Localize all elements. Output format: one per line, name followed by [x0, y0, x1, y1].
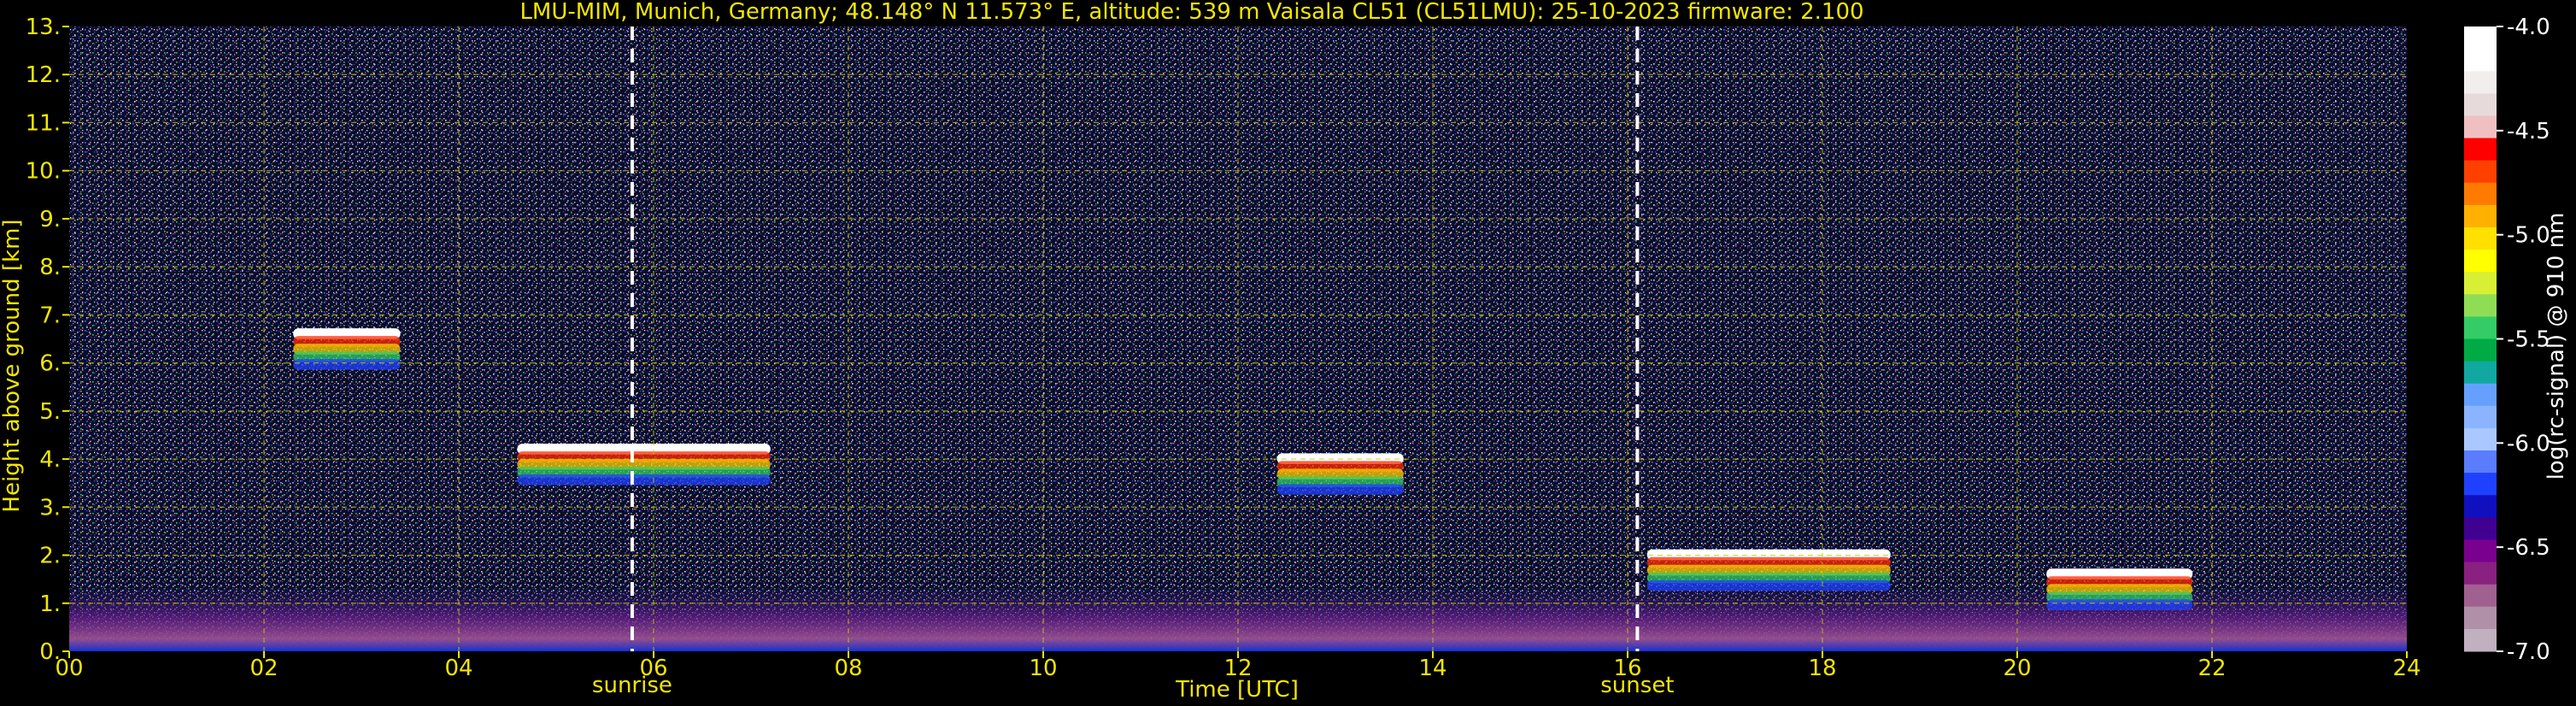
y-tick-label: 13. — [26, 15, 61, 40]
x-tick-label: 18 — [1808, 656, 1836, 681]
colorbar-swatch — [2464, 539, 2497, 563]
colorbar-swatch — [2464, 361, 2497, 385]
colorbar-swatch — [2464, 93, 2497, 116]
event-label-sunset: sunset — [1600, 673, 1674, 698]
y-axis-label: Height above ground [km] — [0, 219, 25, 512]
colorbar-swatch — [2464, 495, 2497, 518]
cloud-feature — [2046, 568, 2193, 610]
y-tick-label: 6. — [39, 351, 61, 377]
y-tick-label: 1. — [39, 591, 61, 617]
colorbar-label: log(rc-signal) @ 910 nm — [2544, 213, 2569, 480]
x-tick-label: 14 — [1418, 656, 1446, 681]
colorbar-swatch — [2464, 204, 2497, 228]
colorbar-swatch — [2464, 606, 2497, 630]
colorbar-swatch — [2464, 562, 2497, 585]
colorbar-swatch — [2464, 473, 2497, 496]
colorbar-swatch — [2464, 227, 2497, 250]
x-tick-label: 12 — [1223, 656, 1252, 681]
x-tick-label: 10 — [1029, 656, 1057, 681]
colorbar-swatch — [2464, 517, 2497, 540]
y-tick-label: 8. — [39, 255, 61, 280]
y-tick-label: 3. — [39, 495, 61, 521]
colorbar-swatch — [2464, 294, 2497, 317]
colorbar-swatch — [2464, 405, 2497, 429]
colorbar-tick-label: -7.0 — [2507, 639, 2550, 665]
x-tick-label: 20 — [2003, 656, 2031, 681]
colorbar-swatch — [2464, 584, 2497, 608]
colorbar-tick-label: -6.5 — [2507, 535, 2550, 561]
colorbar-swatch — [2464, 115, 2497, 139]
event-label-sunrise: sunrise — [592, 673, 672, 698]
colorbar-tick-label: -4.5 — [2507, 119, 2550, 144]
colorbar-swatch — [2464, 272, 2497, 295]
colorbar-swatch — [2464, 628, 2497, 652]
colorbar-swatch — [2464, 49, 2497, 72]
y-tick-label: 7. — [39, 303, 61, 328]
y-tick-label: 11. — [26, 110, 61, 136]
y-tick-label: 5. — [39, 399, 61, 425]
y-tick-label: 9. — [39, 207, 61, 232]
colorbar: -4.0-4.5-5.0-5.5-6.0-6.5-7.0 log(rc-sign… — [2464, 15, 2569, 665]
colorbar-swatch — [2464, 160, 2497, 184]
x-tick-label: 08 — [834, 656, 862, 681]
y-tick-label: 0. — [39, 639, 61, 665]
colorbar-swatch — [2464, 338, 2497, 362]
y-tick-label: 12. — [26, 62, 61, 88]
cloud-feature — [1646, 549, 1891, 591]
x-tick-label: 04 — [444, 656, 472, 681]
cloud-feature — [293, 328, 401, 370]
cloud-feature — [517, 444, 771, 485]
colorbar-swatch — [2464, 427, 2497, 451]
chart-title: LMU-MIM, Munich, Germany; 48.148° N 11.5… — [519, 0, 1863, 25]
colorbar-swatch — [2464, 138, 2497, 162]
colorbar-swatch — [2464, 316, 2497, 339]
y-tick-label: 10. — [26, 159, 61, 185]
colorbar-tick-label: -4.0 — [2507, 15, 2550, 40]
ceilometer-backscatter-chart: LMU-MIM, Munich, Germany; 48.148° N 11.5… — [0, 0, 2569, 703]
x-tick-label: 02 — [249, 656, 278, 681]
colorbar-swatch — [2464, 71, 2497, 94]
colorbar-swatch — [2464, 383, 2497, 407]
colorbar-swatch — [2464, 182, 2497, 206]
colorbar-swatch — [2464, 250, 2497, 273]
plot-area — [69, 26, 2407, 651]
colorbar-swatch — [2464, 26, 2497, 50]
y-tick-label: 2. — [39, 544, 61, 569]
x-tick-label: 24 — [2392, 656, 2421, 681]
colorbar-swatch — [2464, 450, 2497, 474]
y-tick-label: 4. — [39, 447, 61, 473]
x-tick-label: 22 — [2198, 656, 2226, 681]
